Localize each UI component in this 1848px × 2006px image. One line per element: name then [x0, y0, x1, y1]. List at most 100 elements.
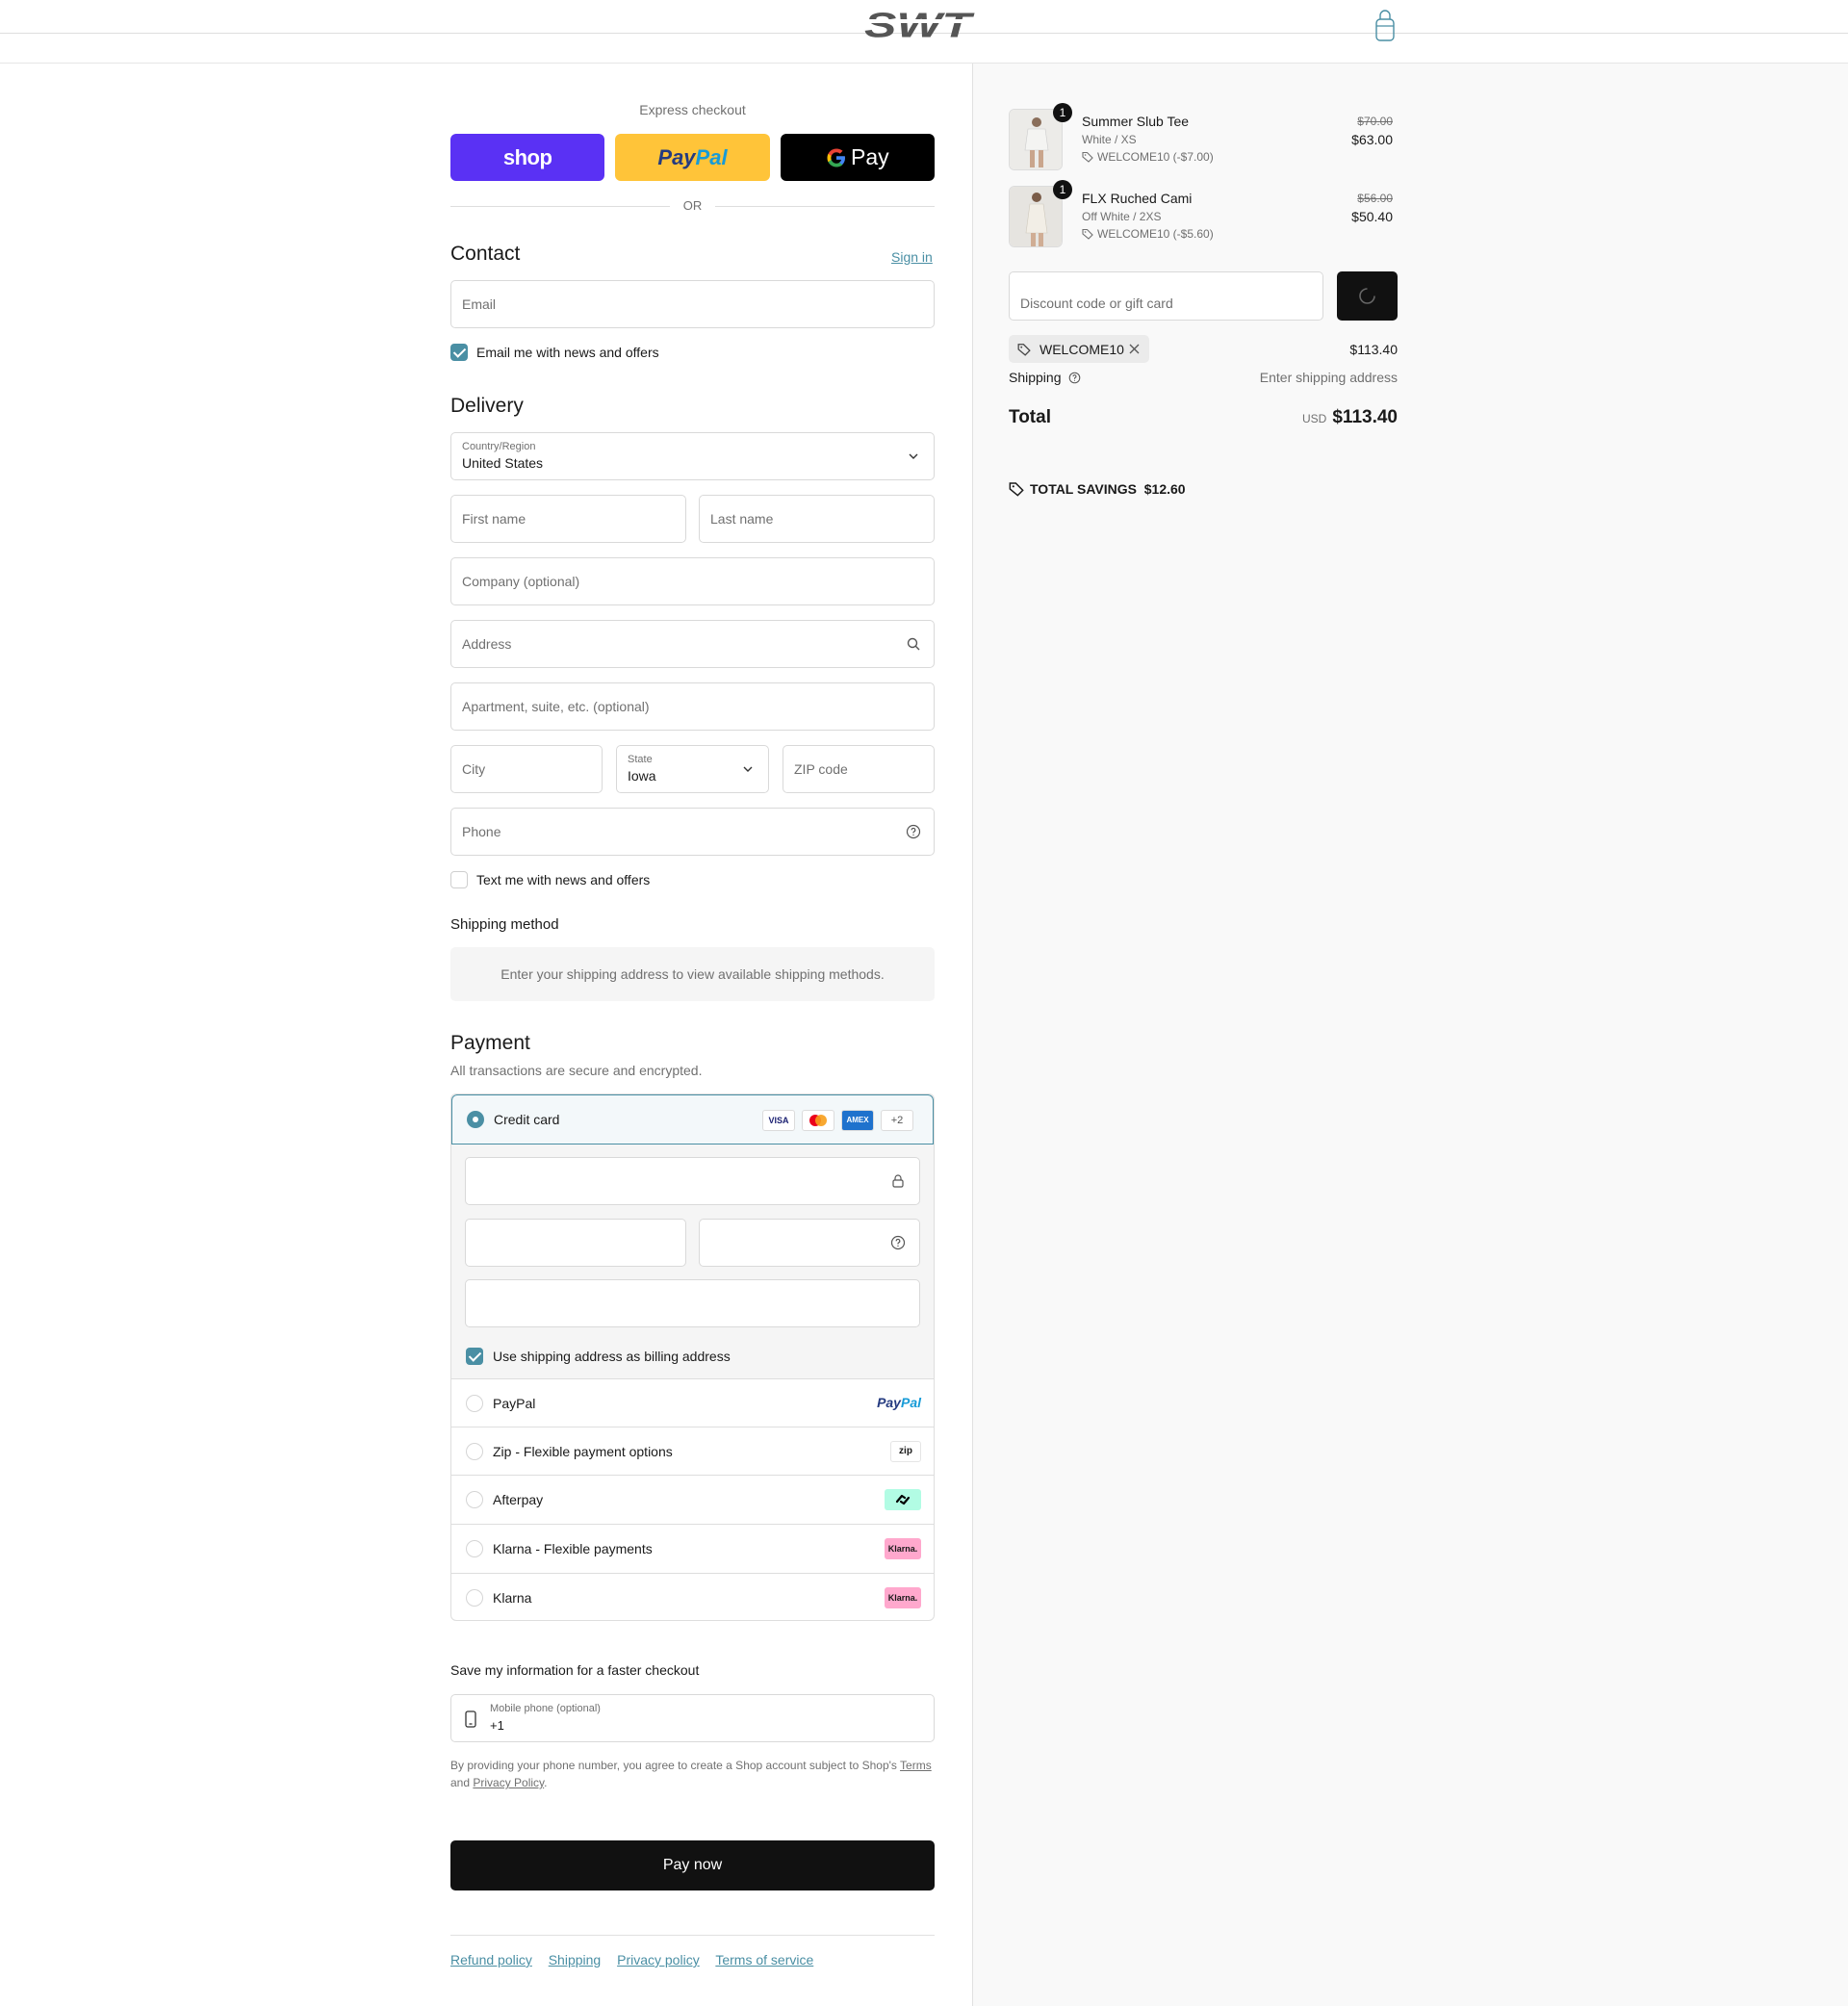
applied-code: WELCOME10 — [1040, 342, 1124, 357]
sign-in-link[interactable]: Sign in — [891, 249, 933, 265]
express-checkout-buttons: shop Pay Pal Pay — [450, 134, 935, 181]
tag-icon — [1082, 151, 1093, 163]
country-value: United States — [462, 455, 544, 471]
or-divider: OR — [450, 197, 935, 215]
item-discount-text: WELCOME10 (-$7.00) — [1097, 150, 1214, 164]
item-original-price: $70.00 — [1357, 115, 1393, 128]
shipping-link[interactable]: Shipping — [549, 1952, 602, 1967]
savings-value: $12.60 — [1143, 481, 1186, 497]
billing-same-label: Use shipping address as billing address — [493, 1349, 731, 1364]
afterpay-radio[interactable] — [466, 1491, 483, 1508]
sms-checkbox[interactable] — [450, 871, 468, 888]
item-quantity-badge: 1 — [1053, 180, 1072, 199]
payment-option-paypal[interactable]: PayPal PayPal — [451, 1378, 934, 1427]
total-savings: TOTAL SAVINGS $12.60 — [1009, 481, 1186, 497]
chevron-down-icon — [909, 453, 918, 459]
credit-card-radio[interactable] — [467, 1111, 484, 1128]
card-number-field[interactable] — [465, 1157, 920, 1205]
expiration-date-field[interactable] — [465, 1219, 686, 1267]
klarna-logo-icon: Klarna. — [885, 1587, 921, 1608]
klarna-logo-icon: Klarna. — [885, 1538, 921, 1559]
more-cards-badge: +2 — [881, 1110, 913, 1131]
close-icon[interactable] — [1128, 343, 1141, 355]
last-name-placeholder: Last name — [710, 511, 774, 527]
paypal-option-label: PayPal — [493, 1396, 536, 1411]
shop-legal-text: By providing your phone number, you agre… — [450, 1757, 935, 1791]
shop-pay-button[interactable]: shop — [450, 134, 605, 181]
first-name-field[interactable]: First name — [450, 495, 686, 543]
tag-icon — [1009, 482, 1024, 497]
terms-link[interactable]: Terms — [900, 1759, 932, 1772]
shipping-method-info: Enter your shipping address to view avai… — [450, 947, 935, 1001]
google-pay-button[interactable]: Pay — [780, 134, 935, 181]
email-placeholder: Email — [462, 296, 497, 312]
country-select[interactable]: Country/Region United States — [450, 432, 935, 480]
total-label: Total — [1009, 407, 1051, 427]
country-label: Country/Region — [462, 441, 536, 452]
zip-field[interactable]: ZIP code — [783, 745, 935, 793]
payment-subtitle: All transactions are secure and encrypte… — [450, 1063, 703, 1078]
amex-icon: AMEX — [841, 1110, 874, 1131]
store-logo[interactable]: SWT — [864, 6, 984, 46]
company-field[interactable]: Company (optional) — [450, 557, 935, 605]
applied-discount-chip: WELCOME10 — [1009, 335, 1149, 363]
help-circle-icon[interactable] — [906, 824, 921, 839]
paypal-radio[interactable] — [466, 1395, 483, 1412]
shipping-row: Shipping — [1009, 370, 1081, 385]
privacy-policy-footer-link[interactable]: Privacy policy — [617, 1952, 700, 1967]
klarna-radio[interactable] — [466, 1589, 483, 1607]
security-code-field[interactable] — [699, 1219, 920, 1267]
payment-option-afterpay[interactable]: Afterpay — [451, 1475, 934, 1523]
billing-same-checkbox[interactable] — [466, 1348, 483, 1365]
help-circle-icon[interactable] — [890, 1235, 906, 1250]
name-on-card-field[interactable] — [465, 1279, 920, 1327]
email-field[interactable]: Email — [450, 280, 935, 328]
payment-heading: Payment — [450, 1032, 530, 1054]
item-price: $63.00 — [1351, 132, 1393, 147]
apartment-field[interactable]: Apartment, suite, etc. (optional) — [450, 682, 935, 731]
refund-policy-link[interactable]: Refund policy — [450, 1952, 532, 1967]
klarna-option-label: Klarna — [493, 1590, 532, 1606]
shopping-bag-icon[interactable] — [1374, 10, 1396, 42]
help-circle-icon[interactable] — [1068, 372, 1081, 384]
item-original-price: $56.00 — [1357, 192, 1393, 205]
shipping-label: Shipping — [1009, 370, 1062, 385]
state-select[interactable]: State Iowa — [616, 745, 769, 793]
city-placeholder: City — [462, 761, 486, 777]
phone-field[interactable]: Phone — [450, 808, 935, 856]
subtotal-value: $113.40 — [1349, 342, 1398, 357]
legal-period: . — [544, 1776, 548, 1789]
phone-placeholder: Phone — [462, 824, 501, 839]
company-placeholder: Company (optional) — [462, 574, 580, 589]
apartment-placeholder: Apartment, suite, etc. (optional) — [462, 699, 650, 714]
lock-icon — [892, 1174, 904, 1188]
address-field[interactable]: Address — [450, 620, 935, 668]
credit-card-option[interactable]: Credit card VISA AMEX +2 — [451, 1094, 934, 1144]
payment-option-klarna-flexible[interactable]: Klarna - Flexible payments Klarna. — [451, 1524, 934, 1572]
svg-text:SWT: SWT — [864, 7, 975, 45]
paypal-button[interactable]: Pay Pal — [615, 134, 770, 181]
address-placeholder: Address — [462, 636, 512, 652]
privacy-policy-link[interactable]: Privacy Policy — [473, 1776, 544, 1789]
discount-placeholder: Discount code or gift card — [1020, 296, 1173, 311]
item-name: FLX Ruched Cami — [1082, 191, 1193, 206]
terms-of-service-link[interactable]: Terms of service — [715, 1952, 813, 1967]
last-name-field[interactable]: Last name — [699, 495, 935, 543]
klarna-flexible-radio[interactable] — [466, 1540, 483, 1557]
city-field[interactable]: City — [450, 745, 603, 793]
express-checkout-title: Express checkout — [639, 102, 746, 117]
pay-now-button[interactable]: Pay now — [450, 1840, 935, 1890]
state-value: Iowa — [628, 768, 656, 784]
payment-option-zip[interactable]: Zip - Flexible payment options zip — [451, 1427, 934, 1475]
zip-option-label: Zip - Flexible payment options — [493, 1444, 673, 1459]
currency-code: USD — [1302, 412, 1327, 425]
item-discount: WELCOME10 (-$5.60) — [1082, 227, 1214, 241]
apply-discount-button[interactable] — [1337, 271, 1398, 321]
discount-code-input[interactable]: Discount code or gift card — [1009, 271, 1323, 321]
newsletter-checkbox[interactable] — [450, 344, 468, 361]
footer-links: Refund policy Shipping Privacy policy Te… — [450, 1952, 826, 1967]
or-label: OR — [682, 198, 703, 213]
zip-radio[interactable] — [466, 1443, 483, 1460]
mobile-phone-field[interactable]: Mobile phone (optional) +1 — [450, 1694, 935, 1742]
payment-option-klarna[interactable]: Klarna Klarna. — [451, 1573, 934, 1620]
